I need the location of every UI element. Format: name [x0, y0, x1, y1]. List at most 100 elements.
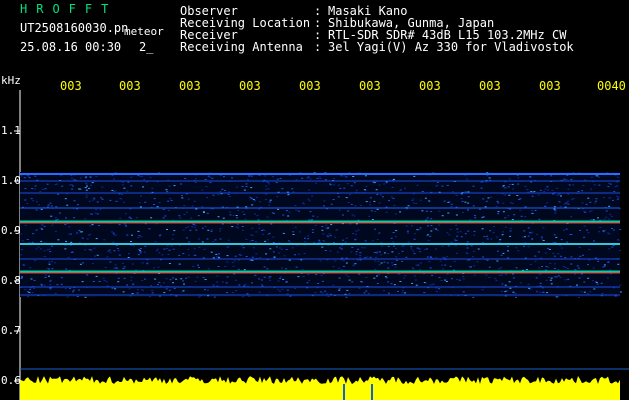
noise-speck	[524, 216, 527, 218]
noise-speck	[28, 242, 31, 243]
noise-speck	[405, 225, 408, 227]
noise-speck	[255, 231, 258, 233]
noise-speck	[130, 185, 133, 187]
noise-speck	[126, 284, 128, 286]
noise-speck	[401, 290, 404, 292]
noise-speck	[320, 274, 323, 276]
noise-speck	[195, 229, 198, 231]
noise-speck	[334, 236, 337, 238]
noise-speck	[523, 245, 525, 247]
noise-speck	[206, 238, 209, 240]
noise-speck	[251, 240, 254, 241]
noise-speck	[395, 256, 398, 258]
noise-speck	[481, 228, 484, 230]
noise-speck	[71, 251, 74, 253]
noise-speck	[411, 267, 414, 269]
noise-speck	[285, 210, 288, 212]
noise-speck	[323, 200, 326, 202]
noise-speck	[72, 289, 75, 291]
noise-speck	[347, 210, 350, 212]
noise-speck	[526, 189, 529, 191]
noise-speck	[345, 197, 348, 199]
noise-speck	[527, 227, 530, 229]
noise-speck	[498, 268, 501, 270]
noise-speck	[198, 296, 201, 298]
noise-speck	[235, 290, 237, 292]
noise-speck	[488, 277, 491, 278]
noise-speck	[490, 238, 493, 240]
noise-speck	[410, 225, 413, 227]
noise-speck	[465, 178, 468, 180]
noise-speck	[359, 252, 362, 254]
noise-speck	[378, 184, 381, 186]
noise-speck	[192, 265, 195, 267]
noise-speck	[418, 229, 421, 231]
noise-speck	[167, 253, 170, 255]
noise-speck	[153, 267, 155, 269]
noise-speck	[387, 281, 390, 283]
noise-speck	[338, 277, 341, 279]
noise-speck	[272, 251, 275, 253]
noise-speck	[484, 206, 487, 208]
noise-speck	[241, 226, 244, 227]
noise-speck	[43, 256, 46, 257]
noise-speck	[304, 237, 306, 239]
noise-speck	[401, 260, 404, 262]
noise-speck	[306, 177, 309, 179]
noise-speck	[430, 211, 433, 213]
noise-speck	[309, 211, 312, 213]
noise-speck	[460, 198, 463, 200]
noise-speck	[65, 240, 68, 242]
noise-speck	[554, 276, 557, 278]
noise-speck	[106, 256, 109, 258]
noise-speck	[264, 175, 267, 177]
noise-speck	[258, 278, 261, 280]
noise-speck	[460, 236, 463, 238]
noise-speck	[360, 247, 363, 249]
noise-speck	[482, 256, 485, 258]
noise-speck	[281, 288, 284, 290]
noise-speck	[46, 183, 49, 185]
noise-speck	[227, 194, 230, 195]
noise-speck	[594, 281, 597, 283]
noise-speck	[429, 256, 432, 258]
noise-speck	[504, 194, 507, 196]
noise-speck	[234, 255, 237, 257]
noise-speck	[27, 296, 29, 298]
noise-speck	[216, 275, 219, 277]
noise-speck	[182, 290, 185, 292]
noise-speck	[103, 280, 106, 281]
noise-speck	[258, 208, 261, 210]
noise-speck	[315, 274, 318, 276]
noise-speck	[236, 223, 239, 225]
noise-speck	[368, 292, 370, 294]
noise-speck	[301, 177, 304, 179]
noise-speck	[295, 179, 298, 181]
noise-speck	[321, 226, 324, 227]
noise-speck	[540, 236, 543, 238]
noise-speck	[582, 185, 585, 187]
noise-speck	[170, 245, 173, 247]
noise-speck	[261, 233, 264, 235]
noise-speck	[345, 237, 348, 239]
noise-speck	[128, 288, 131, 290]
noise-speck	[418, 248, 421, 250]
noise-speck	[531, 195, 534, 197]
noise-speck	[393, 245, 395, 247]
noise-speck	[86, 274, 89, 276]
noise-speck	[605, 210, 608, 212]
noise-speck	[139, 206, 142, 208]
noise-speck	[226, 246, 229, 248]
noise-speck	[378, 232, 381, 234]
noise-speck	[31, 188, 34, 189]
noise-speck	[26, 239, 29, 240]
noise-speck	[435, 257, 438, 259]
noise-speck	[28, 289, 31, 291]
noise-speck	[108, 249, 111, 251]
noise-speck	[536, 233, 539, 235]
noise-speck	[259, 201, 261, 203]
noise-speck	[456, 278, 459, 280]
noise-speck	[218, 253, 220, 255]
noise-speck	[551, 189, 554, 191]
noise-speck	[201, 241, 204, 243]
